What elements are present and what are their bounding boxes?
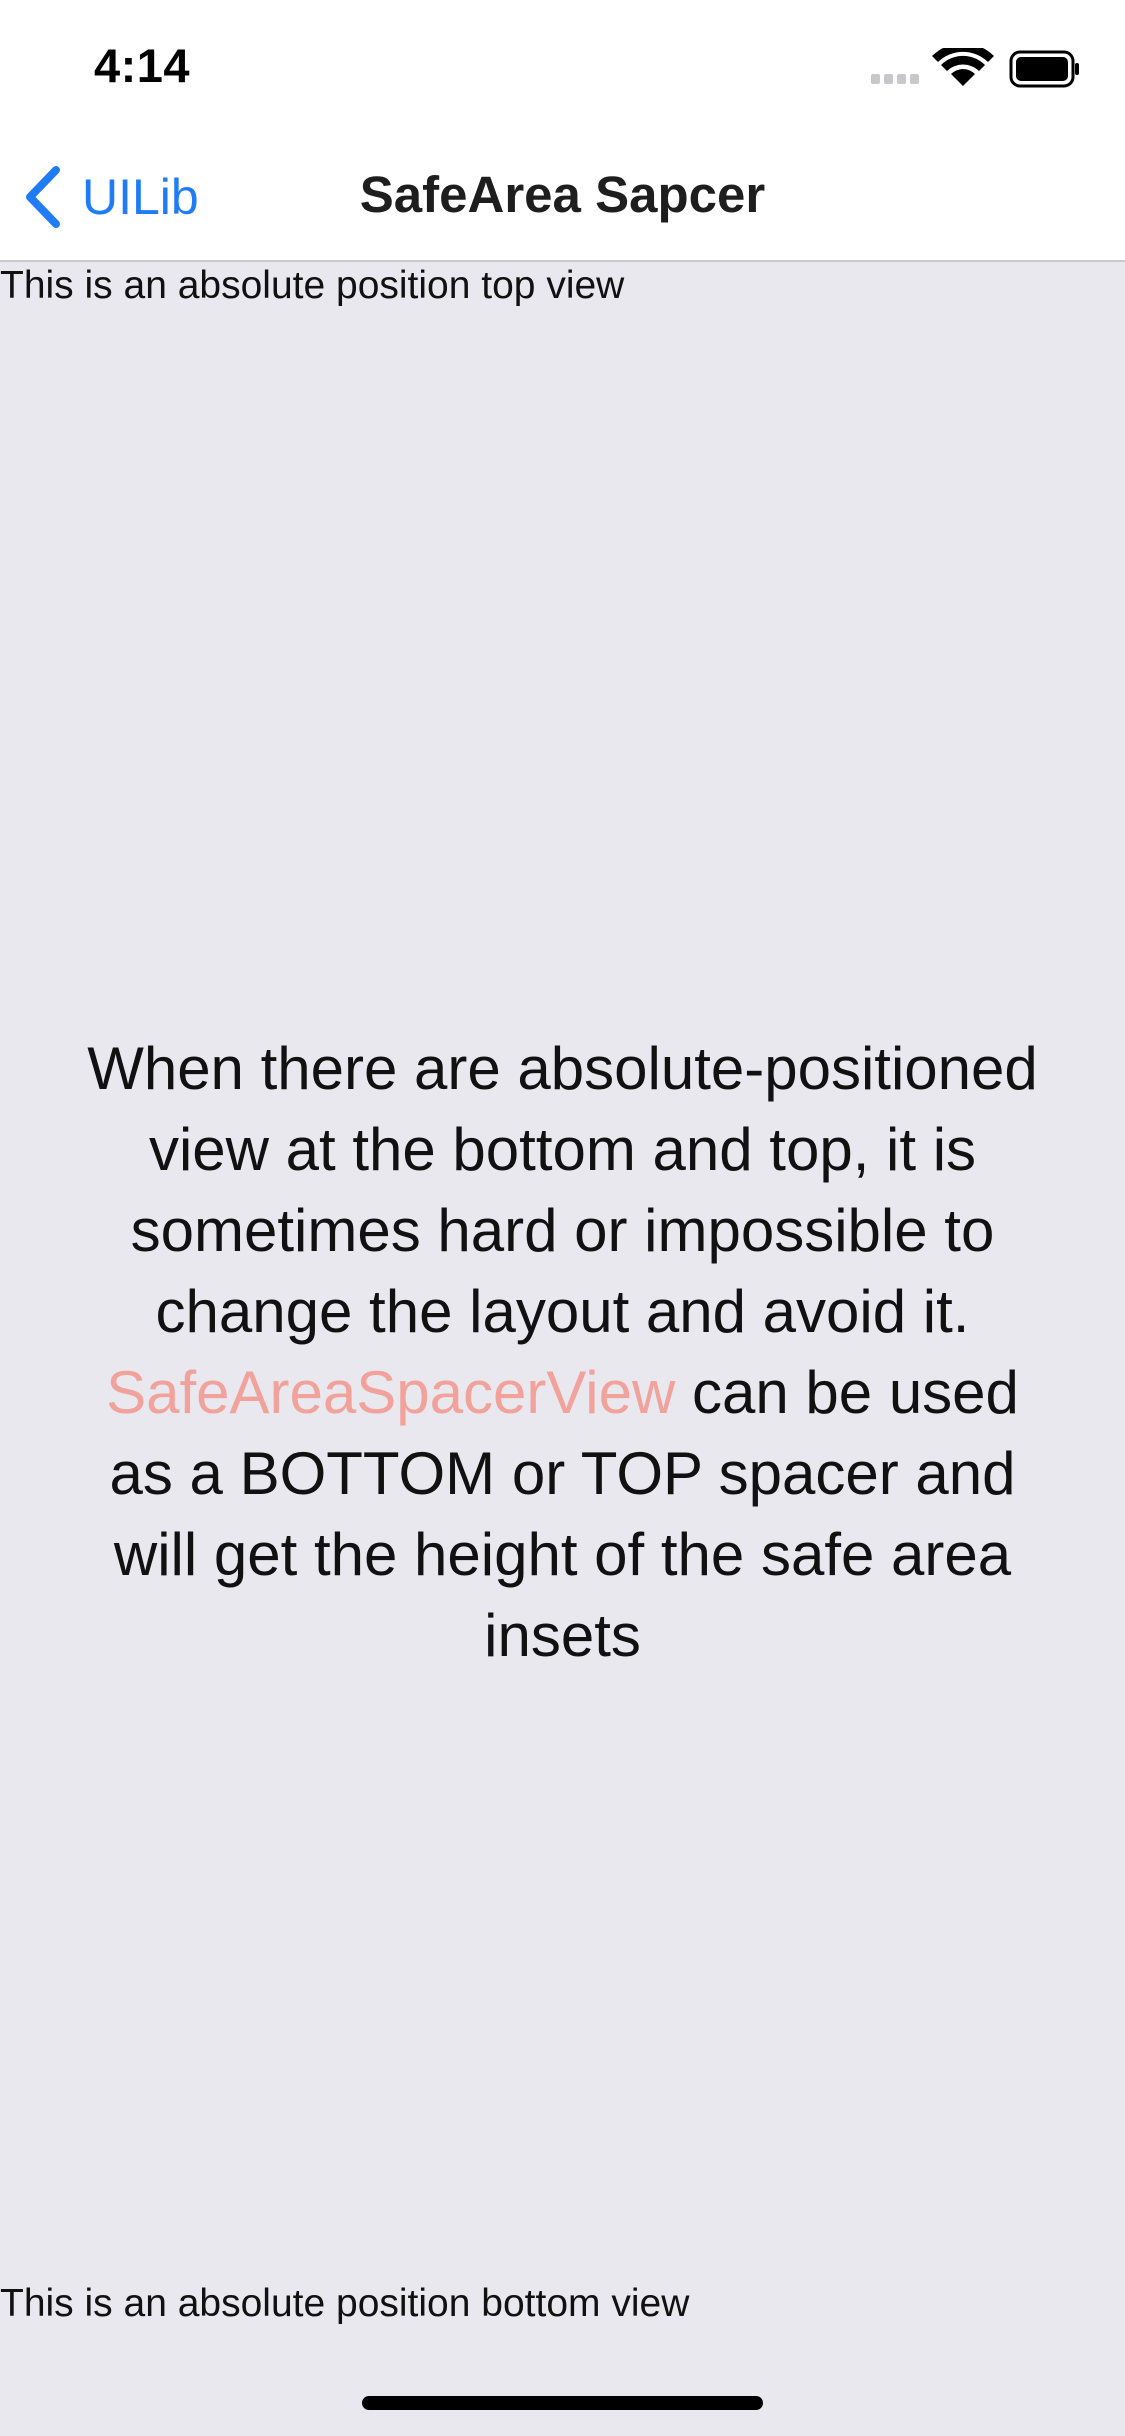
safe-area-spacer-view-label: SafeAreaSpacerView xyxy=(106,1359,676,1426)
status-icons xyxy=(871,43,1081,92)
battery-icon xyxy=(1009,50,1079,88)
explanation-text-start: When there are absolute-positioned view … xyxy=(87,1035,1038,1345)
explanation-text: When there are absolute-positioned view … xyxy=(70,1028,1055,1676)
status-time: 4:14 xyxy=(94,39,191,92)
status-bar: 4:14 xyxy=(0,0,1125,132)
page-title: SafeArea Sapcer xyxy=(359,166,766,223)
top-view-text: This is an absolute position top view xyxy=(0,264,625,307)
home-indicator[interactable] xyxy=(362,2396,763,2410)
bottom-view-text: This is an absolute position bottom view xyxy=(0,2282,690,2325)
wifi-icon xyxy=(932,43,994,86)
navigation-bar: UILib SafeArea Sapcer xyxy=(0,132,1125,262)
cellular-signal-icon xyxy=(871,74,919,84)
status-icons-svg xyxy=(871,43,1079,88)
